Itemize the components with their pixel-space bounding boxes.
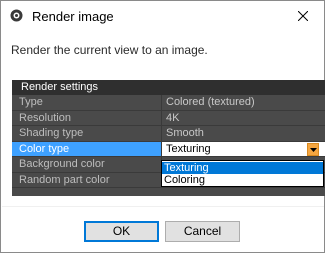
property-row-color-type[interactable]: Color type Texturing [12,141,325,157]
property-value[interactable]: Smooth [162,126,325,141]
title-bar[interactable]: Render image [1,1,324,32]
property-row-type[interactable]: Type Colored (textured) [12,95,325,111]
color-type-dropdown-list: Texturing Coloring [161,160,324,187]
ok-button[interactable]: OK [84,221,159,242]
render-camera-icon [10,9,23,22]
property-value[interactable]: 4K [162,111,325,126]
dropdown-button[interactable] [307,142,319,156]
color-type-value: Texturing [166,142,211,155]
panel-header: Render settings [12,80,325,95]
cancel-button[interactable]: Cancel [165,221,240,242]
dropdown-option-coloring[interactable]: Coloring [162,174,323,186]
window-title: Render image [32,9,114,24]
property-name: Type [12,95,162,110]
footer-divider [2,206,324,207]
dialog-message: Render the current view to an image. [11,43,208,57]
panel-title: Render settings [21,81,99,93]
property-value[interactable]: Colored (textured) [162,95,325,110]
color-type-select[interactable]: Texturing [162,141,325,156]
property-name: Shading type [12,126,162,141]
dropdown-option-texturing[interactable]: Texturing [162,162,323,174]
close-button[interactable] [284,1,324,31]
property-name: Background color [12,157,162,172]
property-name: Random part color [12,172,162,187]
render-image-dialog: Render image Render the current view to … [0,0,325,253]
close-icon [298,11,308,21]
property-name: Color type [12,141,162,156]
property-row-resolution[interactable]: Resolution 4K [12,110,325,126]
property-name: Resolution [12,110,162,125]
chevron-down-icon [310,147,317,152]
property-row-shading-type[interactable]: Shading type Smooth [12,126,325,142]
